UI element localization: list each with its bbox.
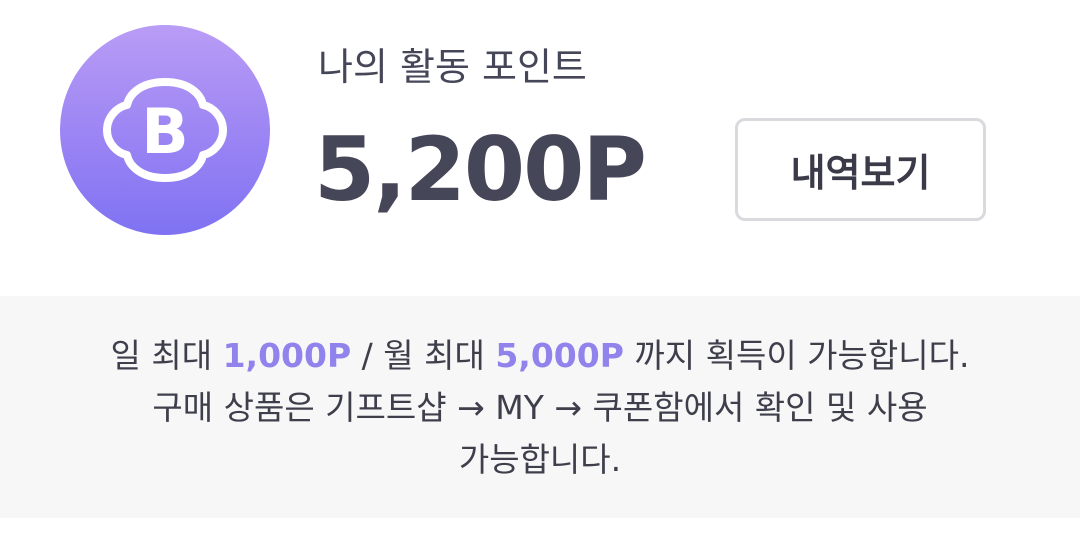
info-text-suffix: 까지 획득이 가능합니다. <box>623 336 970 375</box>
page-title: 나의 활동 포인트 <box>318 45 587 89</box>
points-info-panel: 일 최대 1,000P / 월 최대 5,000P 까지 획득이 가능합니다. … <box>0 296 1080 518</box>
point-b-icon: B <box>60 25 270 235</box>
info-text-monthly-label: / 월 최대 <box>351 336 496 375</box>
info-line-3: 가능합니다. <box>458 440 622 479</box>
info-text-daily-label: 일 최대 <box>110 336 223 375</box>
monthly-max-value: 5,000P <box>495 336 624 375</box>
daily-max-value: 1,000P <box>222 336 352 375</box>
history-button[interactable]: 내역보기 <box>735 118 986 221</box>
info-line-2: 구매 상품은 기프트샵 → MY → 쿠폰함에서 확인 및 사용 <box>152 388 928 427</box>
points-balance: 5,200P <box>314 118 647 221</box>
points-summary: B 나의 활동 포인트 5,200P 내역보기 <box>0 0 1080 296</box>
badge-letter: B <box>141 95 188 168</box>
info-line-1: 일 최대 1,000P / 월 최대 5,000P 까지 획득이 가능합니다. <box>0 330 1080 382</box>
